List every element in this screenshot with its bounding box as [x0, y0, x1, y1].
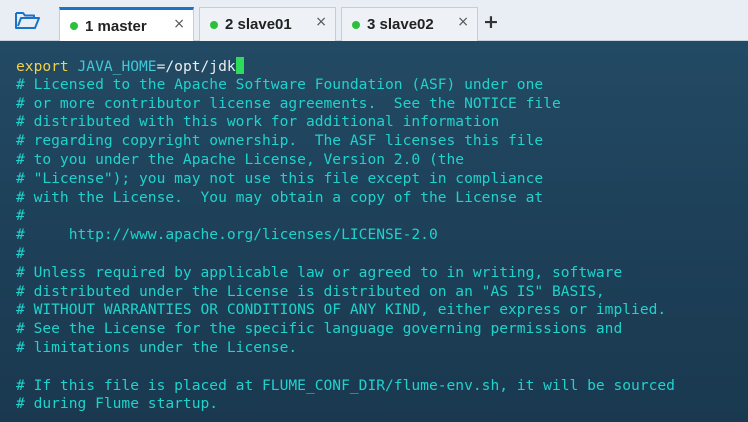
comment-line: # to you under the Apache License, Versi… — [16, 150, 465, 168]
tab-bar: 1 master × 2 slave01 × 3 slave02 × + — [0, 0, 748, 42]
comment-line: # regarding copyright ownership. The ASF… — [16, 132, 544, 150]
close-icon[interactable]: × — [315, 14, 327, 30]
comment-line: # Unless required by applicable law or a… — [16, 263, 623, 281]
comment-line: # Licensed to the Apache Software Founda… — [16, 75, 544, 93]
session-status-dot — [352, 20, 360, 29]
comment-line: # http://www.apache.org/licenses/LICENSE… — [16, 226, 438, 244]
folder-open-icon — [15, 12, 40, 29]
comment-line: # WITHOUT WARRANTIES OR CONDITIONS OF AN… — [16, 301, 667, 319]
tab-label: 2 slave01 — [225, 16, 292, 33]
session-status-dot — [210, 20, 218, 29]
close-icon[interactable]: × — [457, 14, 469, 30]
tab-slave01[interactable]: 2 slave01 × — [199, 7, 336, 41]
tab-master[interactable]: 1 master × — [59, 7, 194, 42]
comment-line: # "License"); you may not use this file … — [16, 169, 544, 187]
comment-line: # with the License. You may obtain a cop… — [16, 188, 544, 206]
export-line: export JAVA_HOME=/opt/jdk — [16, 57, 748, 76]
comment-line: # If this file is placed at FLUME_CONF_D… — [16, 376, 675, 394]
env-value: =/opt/jdk — [156, 58, 236, 75]
tab-label: 3 slave02 — [367, 16, 434, 33]
terminal-output[interactable]: export JAVA_HOME=/opt/jdk # Licensed to … — [0, 41, 748, 422]
shell-keyword: export — [16, 58, 69, 75]
comment-line: # See the License for the specific langu… — [16, 320, 623, 338]
tab-label: 1 master — [85, 17, 147, 35]
comment-line: # distributed with this work for additio… — [16, 113, 500, 131]
close-icon[interactable]: × — [173, 16, 185, 32]
terminal-window: 1 master × 2 slave01 × 3 slave02 × + exp… — [0, 0, 748, 422]
comment-line: # or more contributor license agreements… — [16, 94, 561, 112]
tab-slave02[interactable]: 3 slave02 × — [341, 7, 478, 41]
comment-line: # distributed under the License is distr… — [16, 282, 605, 300]
comment-line: # limitations under the License. — [16, 338, 298, 356]
comment-line: # — [16, 207, 25, 225]
plus-icon[interactable]: + — [483, 11, 499, 33]
comment-line: # during Flume startup. — [16, 395, 219, 413]
open-session-button[interactable] — [0, 0, 54, 40]
session-status-dot — [70, 22, 78, 30]
comment-line: # — [16, 244, 25, 262]
env-variable: JAVA_HOME — [77, 58, 157, 75]
text-cursor — [235, 57, 244, 74]
